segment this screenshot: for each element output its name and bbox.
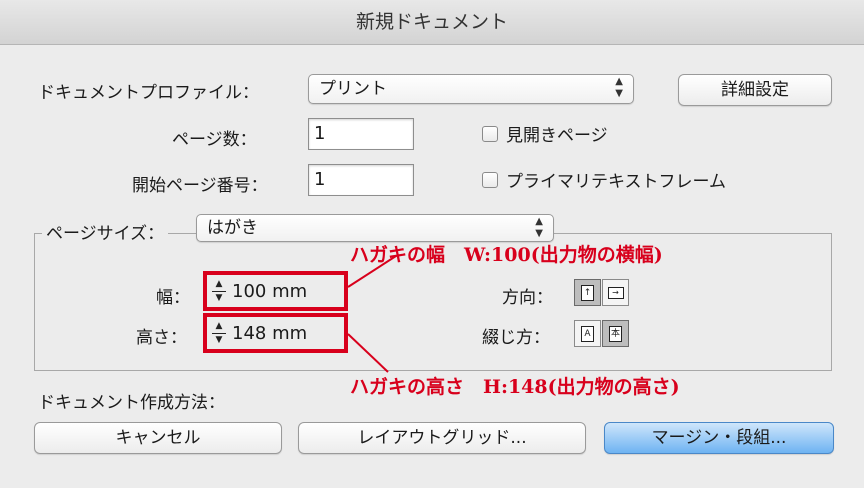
binding-left-button[interactable]: A	[574, 320, 601, 347]
height-callout-line	[347, 333, 389, 373]
binding-label: 綴じ方：	[482, 328, 550, 348]
binding-right-button[interactable]: 本	[602, 320, 629, 347]
left-binding-icon: A	[581, 325, 594, 342]
cancel-button[interactable]: キャンセル	[34, 422, 282, 454]
margins-columns-button[interactable]: マージン・段組...	[604, 422, 834, 454]
right-binding-icon: 本	[609, 325, 622, 342]
create-method-label: ドキュメント作成方法：	[38, 393, 225, 413]
landscape-icon: →	[607, 286, 624, 299]
orientation-label: 方向：	[502, 288, 553, 308]
annotation-callouts	[347, 255, 397, 373]
landscape-button[interactable]: →	[602, 279, 629, 306]
portrait-icon: ↑	[581, 284, 594, 301]
height-annotation: ハガキの高さ H:148(出力物の高さ)	[350, 376, 680, 398]
portrait-button[interactable]: ↑	[574, 279, 601, 306]
width-callout-line	[347, 255, 397, 288]
layout-grid-button[interactable]: レイアウトグリッド...	[298, 422, 586, 454]
